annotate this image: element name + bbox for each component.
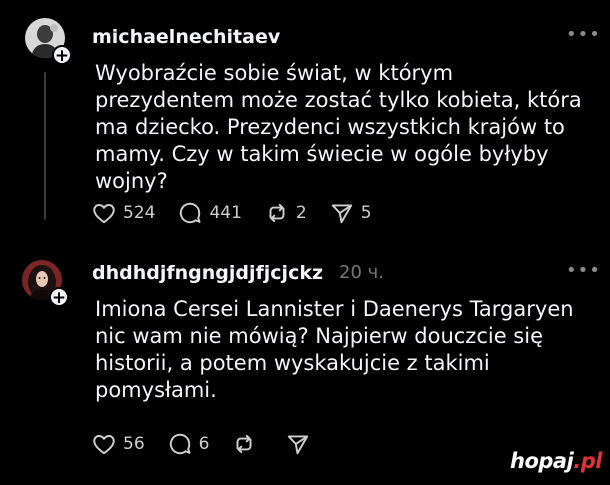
repost-icon [269, 203, 285, 223]
reply-count: 441 [209, 203, 242, 223]
repost-count: 2 [295, 203, 307, 223]
follow-plus-icon[interactable]: + [52, 45, 72, 66]
repost-button[interactable]: 2 [264, 200, 307, 226]
comment-icon [169, 433, 191, 455]
watermark-tld: .pl [573, 449, 602, 473]
post-actions: 56 6 [91, 431, 339, 457]
avatar-wrap[interactable]: + [22, 260, 69, 308]
timestamp: 20 ч. [339, 262, 384, 283]
send-icon [288, 435, 309, 455]
post-text: Imiona Cersei Lannister i Daenerys Targa… [95, 297, 574, 402]
more-options-button[interactable]: ••• [566, 262, 601, 280]
repost-button[interactable] [231, 431, 263, 457]
reply-count: 6 [198, 434, 210, 454]
post-actions: 524 441 2 5 [91, 200, 394, 226]
like-button[interactable]: 524 [91, 200, 155, 226]
watermark-logo: hopaj.pl [510, 449, 602, 473]
username[interactable]: michaelnechitaev [92, 26, 280, 48]
share-count: 5 [360, 203, 372, 223]
like-count: 524 [123, 203, 156, 223]
watermark-name: hopaj [510, 449, 574, 473]
repost-icon [236, 434, 252, 454]
like-count: 56 [123, 434, 145, 454]
avatar-wrap[interactable]: + [25, 18, 72, 66]
username[interactable]: dhdhdjfngngjdjfjcjckz [92, 262, 323, 284]
comment-icon [180, 202, 201, 224]
share-button[interactable] [285, 431, 317, 457]
heart-icon [93, 204, 115, 224]
post-1: + michaelnechitaev ••• Wyobraźcie sobie … [0, 0, 610, 240]
post-text: Wyobraźcie sobie świat, w którym prezyde… [95, 61, 582, 193]
heart-icon [93, 435, 115, 455]
share-button[interactable]: 5 [329, 200, 372, 226]
like-button[interactable]: 56 [91, 431, 145, 457]
more-options-button[interactable]: ••• [566, 26, 601, 44]
reply-button[interactable]: 6 [167, 431, 210, 457]
reply-button[interactable]: 441 [177, 200, 242, 226]
thread-line [44, 72, 46, 220]
follow-plus-icon[interactable]: + [49, 287, 69, 308]
send-icon [331, 204, 352, 224]
